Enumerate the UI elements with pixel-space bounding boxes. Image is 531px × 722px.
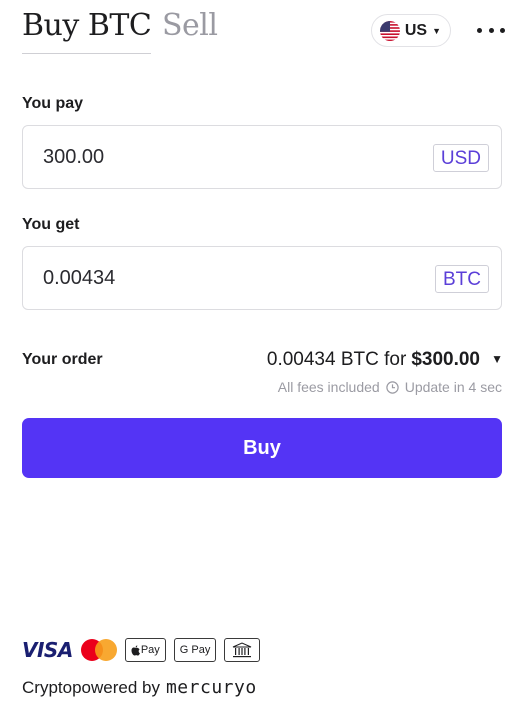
clock-icon bbox=[386, 380, 399, 394]
pay-amount-input[interactable] bbox=[43, 126, 403, 188]
payment-methods: VISA Pay G Pay bbox=[22, 638, 261, 662]
pay-label: You pay bbox=[22, 95, 84, 112]
tab-sell[interactable]: Sell bbox=[162, 8, 218, 43]
powered-by: Cryptopowered by mercuryo bbox=[22, 677, 257, 698]
bank-icon bbox=[224, 638, 261, 662]
pay-currency-badge[interactable]: USD bbox=[432, 144, 489, 172]
chevron-down-icon[interactable]: ▼ bbox=[491, 352, 503, 366]
more-dots-icon[interactable] bbox=[473, 18, 509, 42]
header: Buy BTC Sell US ▼ bbox=[22, 0, 509, 62]
pay-field: USD bbox=[22, 125, 502, 189]
order-amount: 0.00434 BTC for bbox=[266, 349, 407, 370]
buy-button[interactable]: Buy bbox=[22, 418, 502, 478]
get-amount-input[interactable] bbox=[43, 247, 403, 309]
order-summary[interactable]: 0.00434 BTC for $300.00 bbox=[267, 349, 499, 371]
get-currency-badge[interactable]: BTC bbox=[435, 265, 489, 293]
country-selector[interactable]: US ▼ bbox=[370, 14, 451, 47]
visa-icon: VISA bbox=[22, 638, 73, 662]
order-meta: All fees included Update in 4 sec bbox=[278, 379, 502, 395]
us-flag-icon bbox=[379, 20, 400, 41]
tab-buy[interactable]: Buy BTC bbox=[22, 8, 152, 54]
chevron-down-icon: ▼ bbox=[432, 25, 441, 36]
country-label: US bbox=[404, 21, 428, 39]
update-timer: Update in 4 sec bbox=[404, 379, 502, 395]
apple-pay-icon: Pay bbox=[124, 638, 166, 662]
fees-text: All fees included bbox=[277, 379, 380, 395]
mercuryo-logo: mercuryo bbox=[165, 677, 257, 698]
order-label: Your order bbox=[22, 351, 103, 368]
google-pay-icon: G Pay bbox=[173, 638, 217, 662]
google-pay-label: G Pay bbox=[179, 644, 211, 656]
order-price: $300.00 bbox=[411, 349, 480, 370]
get-field: BTC bbox=[22, 246, 502, 310]
get-label: You get bbox=[22, 216, 80, 233]
mastercard-icon bbox=[80, 638, 117, 662]
powered-text: Cryptopowered by bbox=[22, 678, 160, 697]
apple-pay-label: Pay bbox=[140, 644, 160, 656]
